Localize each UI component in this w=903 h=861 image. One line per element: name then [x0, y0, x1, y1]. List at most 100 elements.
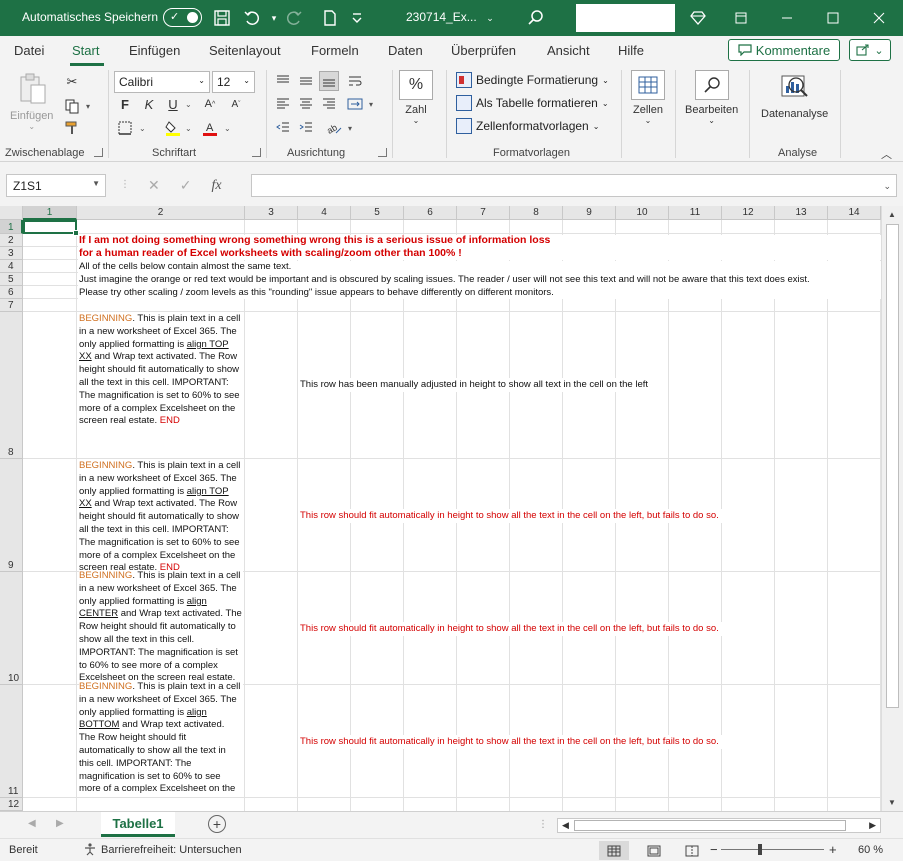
grow-font-icon[interactable]: A ^: [200, 94, 220, 114]
row-header[interactable]: 4: [0, 260, 23, 273]
account-box[interactable]: [576, 4, 675, 32]
selected-cell[interactable]: [23, 220, 79, 236]
column-header[interactable]: 12: [722, 206, 775, 220]
scroll-down-icon[interactable]: ▼: [888, 798, 896, 807]
merge-center-icon[interactable]: [345, 94, 365, 114]
ribbon-display-icon[interactable]: [718, 0, 764, 36]
document-icon[interactable]: [318, 6, 342, 30]
formula-input[interactable]: ⌄: [251, 174, 897, 197]
tab-ueberpruefen[interactable]: Überprüfen: [451, 43, 516, 58]
row-header[interactable]: 8: [0, 312, 23, 459]
tab-datei[interactable]: Datei: [14, 43, 44, 58]
cell-text[interactable]: Just imagine the orange or red text woul…: [79, 273, 810, 286]
row-header[interactable]: 7: [0, 299, 23, 312]
tab-seitenlayout[interactable]: Seitenlayout: [209, 43, 281, 58]
shrink-font-icon[interactable]: Aˇ: [226, 94, 246, 114]
close-icon[interactable]: [856, 0, 902, 36]
cancel-icon[interactable]: ✕: [148, 177, 160, 194]
expand-formula-bar-icon[interactable]: ⌄: [883, 181, 891, 192]
save-icon[interactable]: [210, 6, 234, 30]
zoom-out-icon[interactable]: −: [710, 842, 718, 857]
scroll-left-icon[interactable]: ◀: [562, 820, 569, 831]
zoom-level[interactable]: 60 %: [858, 844, 883, 856]
alignment-launcher-icon[interactable]: [378, 148, 387, 157]
maximize-icon[interactable]: [810, 0, 856, 36]
increase-indent-icon[interactable]: [296, 118, 316, 138]
add-sheet-icon[interactable]: +: [208, 815, 226, 833]
row-header[interactable]: 6: [0, 286, 23, 299]
chevron-down-icon[interactable]: ▾: [86, 102, 90, 111]
cell-text[interactable]: This row should fit automatically in hei…: [300, 622, 719, 635]
redo-icon[interactable]: [282, 6, 306, 30]
scroll-up-icon[interactable]: ▲: [888, 210, 896, 219]
tab-daten[interactable]: Daten: [388, 43, 423, 58]
column-header[interactable]: 9: [563, 206, 616, 220]
decrease-indent-icon[interactable]: [273, 118, 293, 138]
orientation-icon[interactable]: ab: [324, 118, 344, 138]
align-middle-icon[interactable]: [296, 71, 316, 91]
collapse-ribbon-icon[interactable]: ︿: [881, 146, 892, 162]
vertical-scrollbar[interactable]: ▲ ▼: [881, 206, 903, 811]
row-header[interactable]: 5: [0, 273, 23, 286]
chevron-down-icon[interactable]: ⌄: [185, 124, 192, 133]
diamond-icon[interactable]: [686, 6, 710, 30]
align-right-icon[interactable]: [319, 94, 339, 114]
accessibility-icon[interactable]: [83, 842, 97, 859]
tab-hilfe[interactable]: Hilfe: [618, 43, 644, 58]
column-header[interactable]: 1: [23, 206, 77, 220]
normal-view-icon[interactable]: [599, 841, 629, 860]
wrap-text-icon[interactable]: [345, 71, 365, 91]
select-all-button[interactable]: [0, 206, 23, 220]
chevron-down-icon[interactable]: ⌄: [224, 124, 231, 133]
prev-sheet-icon[interactable]: ◀: [28, 818, 36, 829]
filename-dropdown-icon[interactable]: ⌄: [478, 6, 502, 30]
column-header[interactable]: 5: [351, 206, 404, 220]
format-as-table-button[interactable]: Als Tabelle formatieren ⌄: [456, 95, 609, 111]
copy-icon[interactable]: [62, 96, 82, 116]
wrapped-cell-center[interactable]: BEGINNING. This is plain text in a cell …: [79, 570, 243, 684]
italic-button[interactable]: K: [139, 94, 159, 114]
align-left-icon[interactable]: [273, 94, 293, 114]
cell-text[interactable]: This row should fit automatically in hei…: [300, 509, 719, 522]
page-break-view-icon[interactable]: [677, 841, 707, 860]
tab-formeln[interactable]: Formeln: [311, 43, 359, 58]
autosave-toggle[interactable]: ✓: [163, 8, 202, 27]
zoom-slider-thumb[interactable]: [758, 844, 762, 855]
wrapped-cell-bottom[interactable]: BEGINNING. This is plain text in a cell …: [79, 681, 243, 797]
accessibility-status[interactable]: Barrierefreiheit: Untersuchen: [101, 844, 242, 856]
row-header[interactable]: 3: [0, 247, 23, 260]
scrollbar-thumb[interactable]: [574, 820, 846, 831]
minimize-icon[interactable]: [764, 0, 810, 36]
customize-toolbar-icon[interactable]: [345, 6, 369, 30]
zoom-slider[interactable]: [721, 849, 824, 850]
cell-text[interactable]: This row should fit automatically in hei…: [300, 735, 719, 748]
cell-styles-button[interactable]: Zellenformatvorlagen ⌄: [456, 118, 599, 134]
align-top-icon[interactable]: [273, 71, 293, 91]
column-header[interactable]: 2: [77, 206, 245, 220]
cell-text[interactable]: If I am not doing something wrong someth…: [79, 234, 550, 247]
cut-icon[interactable]: ✂: [62, 72, 82, 92]
conditional-formatting-button[interactable]: Bedingte Formatierung ⌄: [456, 72, 609, 88]
undo-icon[interactable]: [240, 6, 264, 30]
underline-button[interactable]: U: [163, 94, 183, 114]
data-analysis-button[interactable]: Datenanalyse: [761, 70, 828, 120]
scroll-right-icon[interactable]: ▶: [869, 820, 876, 831]
row-header[interactable]: 2: [0, 234, 23, 247]
bold-button[interactable]: F: [115, 94, 135, 114]
tab-ansicht[interactable]: Ansicht: [547, 43, 590, 58]
row-header[interactable]: 10: [0, 572, 23, 685]
align-bottom-icon[interactable]: [319, 71, 339, 91]
zoom-in-icon[interactable]: +: [829, 842, 837, 857]
format-painter-icon[interactable]: [62, 118, 82, 138]
align-center-icon[interactable]: [296, 94, 316, 114]
column-header[interactable]: 6: [404, 206, 457, 220]
row-header[interactable]: 1: [0, 220, 23, 234]
row-header[interactable]: 9: [0, 459, 23, 572]
font-name-select[interactable]: Calibri ⌄: [114, 71, 210, 93]
name-box[interactable]: Z1S1 ▼: [6, 174, 106, 197]
chevron-down-icon[interactable]: ⌄: [185, 100, 192, 109]
tab-einfuegen[interactable]: Einfügen: [129, 43, 180, 58]
cell-text[interactable]: This row has been manually adjusted in h…: [300, 378, 648, 391]
insert-function-icon[interactable]: fx: [211, 178, 221, 194]
cell-text[interactable]: Please try other scaling / zoom levels a…: [79, 286, 554, 299]
